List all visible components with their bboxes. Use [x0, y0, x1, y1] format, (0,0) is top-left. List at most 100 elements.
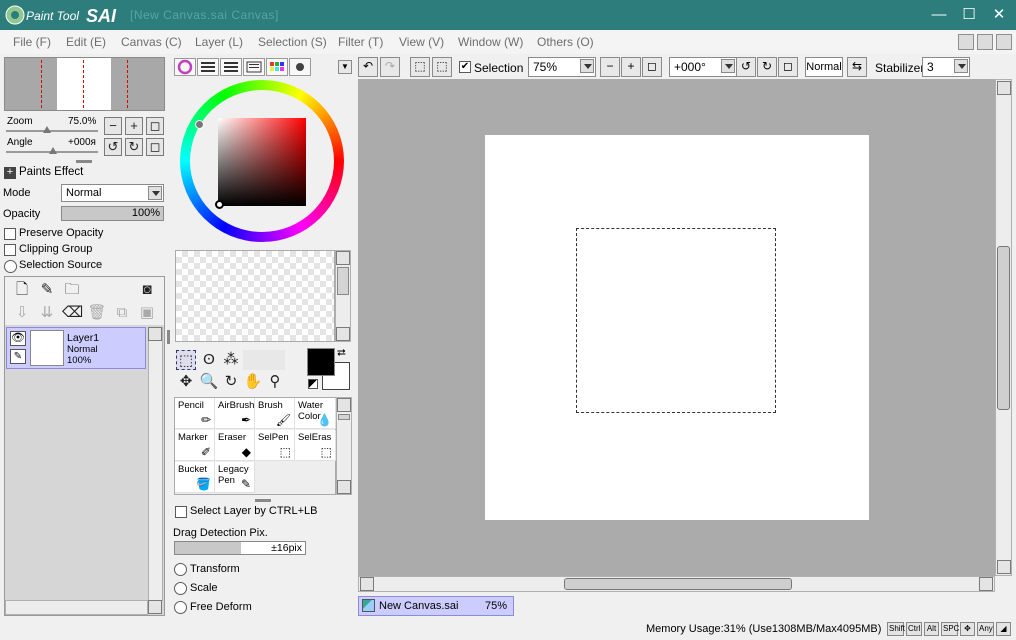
rotate-reset-icon[interactable]: ◻	[778, 57, 798, 77]
flatten-icon[interactable]: ▣	[137, 303, 157, 323]
eyedropper-icon[interactable]: ⚲	[265, 372, 285, 392]
blend-mode-display[interactable]: Normal	[805, 57, 843, 77]
angle-slider-thumb[interactable]	[49, 147, 57, 154]
zoom-icon[interactable]: 🔍	[199, 372, 219, 392]
rotate-icon[interactable]: ↻	[221, 372, 241, 392]
mixer-tab[interactable]	[243, 58, 265, 76]
select-layer-checkbox[interactable]	[175, 506, 187, 518]
scroll-down-arrow[interactable]	[997, 560, 1011, 574]
color-wheel[interactable]	[180, 80, 346, 242]
mdi-close-button[interactable]	[996, 34, 1012, 50]
scratchpad-area[interactable]	[175, 250, 335, 342]
layer-item[interactable]: 👁 ✎ Layer1 Normal 100%	[6, 327, 146, 369]
invert-selection-icon[interactable]: ⬚	[432, 57, 452, 77]
foreground-color-swatch[interactable]	[307, 348, 335, 376]
hsv-slider-tab[interactable]	[220, 58, 242, 76]
blend-mode-dropdown[interactable]: Normal	[61, 184, 164, 202]
selection-source-radio[interactable]	[4, 260, 17, 273]
brush-grid-scrollbar[interactable]	[336, 397, 352, 495]
new-layer-icon[interactable]: 🗋	[12, 280, 32, 300]
scroll-down-arrow[interactable]	[148, 600, 162, 614]
swap-colors-icon[interactable]: ⮂	[337, 347, 346, 360]
scroll-thumb[interactable]	[337, 267, 349, 295]
brush-legacy-pen[interactable]: Legacy Pen ✎	[215, 462, 255, 493]
navigator-preview[interactable]	[4, 57, 165, 111]
scroll-down-arrow[interactable]	[336, 327, 350, 341]
merge-visible-icon[interactable]: ⧉	[112, 303, 132, 323]
rotate-left-button[interactable]: ↺	[104, 138, 122, 156]
flip-horizontal-icon[interactable]: ⇆	[847, 57, 867, 77]
menu-file[interactable]: File (F)	[13, 35, 51, 49]
brush-watercolor[interactable]: Water Color 💧	[295, 398, 336, 429]
close-button[interactable]: ✕	[984, 3, 1014, 27]
color-wheel-tab[interactable]	[174, 58, 196, 76]
maximize-button[interactable]: ☐	[954, 3, 984, 27]
minimize-button[interactable]: —	[924, 3, 954, 27]
move-icon[interactable]: ✥	[176, 372, 196, 392]
brush-seleras[interactable]: SelEras ⬚	[295, 430, 336, 461]
scroll-thumb[interactable]	[997, 246, 1010, 410]
new-linework-layer-icon[interactable]: ✎	[37, 280, 57, 300]
merge-down-icon[interactable]: ⇊	[37, 303, 57, 323]
canvas-tab[interactable]: New Canvas.sai 75%	[358, 596, 514, 616]
deselect-icon[interactable]: ⬚	[410, 57, 430, 77]
rotate-reset-button[interactable]: ◻	[146, 138, 164, 156]
new-folder-icon[interactable]: 🗀	[62, 280, 82, 300]
menu-filter[interactable]: Filter (T)	[338, 35, 383, 49]
menu-selection[interactable]: Selection (S)	[258, 35, 327, 49]
preserve-opacity-checkbox[interactable]	[4, 228, 16, 240]
menu-others[interactable]: Others (O)	[537, 35, 594, 49]
brush-airbrush[interactable]: AirBrush ✒	[215, 398, 255, 429]
scratchpad-scrollbar[interactable]	[335, 250, 351, 342]
clear-layer-icon[interactable]: ⌫	[62, 303, 83, 323]
brush-bucket[interactable]: Bucket 🪣	[175, 462, 215, 493]
angle-dropdown[interactable]: +000°	[669, 57, 737, 77]
layer-list-hscrollbar[interactable]	[5, 600, 148, 615]
brush-eraser[interactable]: Eraser ◆	[215, 430, 255, 461]
zoom-out-icon[interactable]: −	[600, 57, 620, 77]
scroll-up-arrow[interactable]	[336, 251, 350, 265]
brush-selpen[interactable]: SelPen ⬚	[255, 430, 295, 461]
transfer-down-icon[interactable]: ⇩	[12, 303, 32, 323]
scroll-right-arrow[interactable]	[979, 577, 993, 591]
panel-splitter[interactable]	[167, 330, 170, 344]
scratchpad-tab[interactable]	[289, 58, 311, 76]
scroll-up-arrow[interactable]	[997, 81, 1011, 95]
toolbar-menu-button[interactable]: ▼	[338, 60, 352, 74]
rotate-right-icon[interactable]: ↻	[757, 57, 777, 77]
lasso-icon[interactable]: ʘ	[199, 350, 219, 370]
lock-brush-icon[interactable]: ✎	[10, 349, 26, 364]
saturation-value-square[interactable]	[218, 118, 306, 206]
mdi-restore-button[interactable]	[977, 34, 993, 50]
menu-view[interactable]: View (V)	[399, 35, 444, 49]
zoom-dropdown[interactable]: 75%	[528, 57, 596, 77]
brush-pencil[interactable]: Pencil ✏	[175, 398, 215, 429]
undo-icon[interactable]: ↶	[358, 57, 378, 77]
mdi-minimize-button[interactable]	[958, 34, 974, 50]
brush-brush[interactable]: Brush 🖌	[255, 398, 295, 429]
stabilizer-dropdown[interactable]: 3	[922, 57, 970, 77]
clipping-group-checkbox[interactable]	[4, 244, 16, 256]
scroll-up-arrow[interactable]	[337, 398, 351, 412]
swatches-tab[interactable]	[266, 58, 288, 76]
zoom-slider-thumb[interactable]	[43, 126, 51, 133]
visibility-eye-icon[interactable]: 👁	[10, 331, 26, 346]
scroll-left-arrow[interactable]	[360, 577, 374, 591]
scroll-down-arrow[interactable]	[337, 480, 351, 494]
panel-splitter[interactable]	[255, 499, 271, 502]
reset-colors-icon[interactable]	[308, 379, 318, 389]
hand-icon[interactable]: ✋	[243, 372, 263, 392]
opacity-slider[interactable]: 100%	[61, 206, 164, 221]
hue-marker[interactable]	[195, 120, 204, 129]
canvas-vscrollbar[interactable]	[995, 79, 1012, 576]
rgb-slider-tab[interactable]	[197, 58, 219, 76]
redo-icon[interactable]: ↷	[380, 57, 400, 77]
rect-select-icon[interactable]: ⬚	[176, 350, 196, 370]
zoom-slider[interactable]	[6, 130, 98, 132]
delete-layer-icon[interactable]: 🗑	[87, 303, 107, 323]
zoom-reset-button[interactable]: ◻	[146, 117, 164, 135]
scroll-up-arrow[interactable]	[148, 327, 162, 341]
scale-radio[interactable]	[174, 582, 187, 595]
free-deform-radio[interactable]	[174, 601, 187, 614]
zoom-in-icon[interactable]: +	[621, 57, 641, 77]
